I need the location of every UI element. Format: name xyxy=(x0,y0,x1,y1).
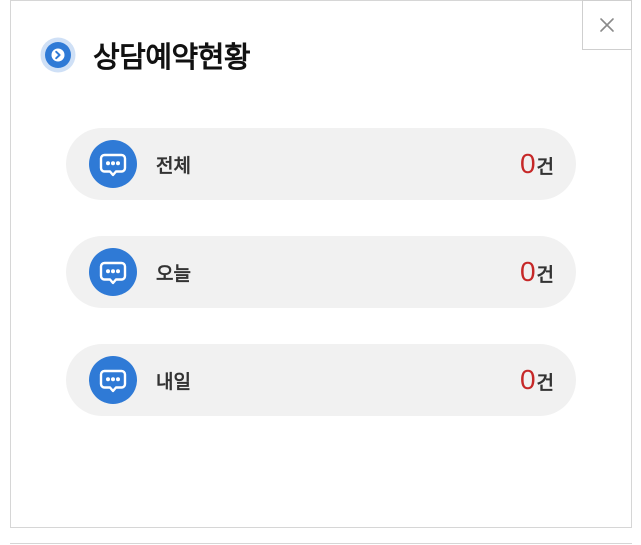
stat-row-today[interactable]: 오늘 0 건 xyxy=(66,236,576,308)
chat-bubble-icon xyxy=(89,248,137,296)
count-unit: 건 xyxy=(536,156,554,178)
close-icon xyxy=(600,18,614,32)
stat-count: 0 건 xyxy=(520,364,554,396)
chat-bubble-icon xyxy=(89,140,137,188)
bottom-divider xyxy=(10,543,632,544)
circle-chevron-right-icon xyxy=(39,36,77,74)
stat-count: 0 건 xyxy=(520,148,554,180)
dialog-header: 상담예약현황 xyxy=(39,34,251,76)
count-number: 0 xyxy=(519,364,536,395)
stat-row-tomorrow[interactable]: 내일 0 건 xyxy=(66,344,576,416)
page-title: 상담예약현황 xyxy=(93,40,251,74)
reservation-status-dialog: 상담예약현황 전체 0 건 오늘 0 건 내일 0 건 xyxy=(10,0,632,528)
stat-label: 내일 xyxy=(156,370,191,393)
count-unit: 건 xyxy=(536,264,554,286)
stat-row-all[interactable]: 전체 0 건 xyxy=(66,128,576,200)
stat-label: 전체 xyxy=(156,154,191,177)
count-number: 0 xyxy=(519,256,536,287)
count-unit: 건 xyxy=(536,372,554,394)
stat-label: 오늘 xyxy=(156,262,191,285)
reservation-stat-list: 전체 0 건 오늘 0 건 내일 0 건 xyxy=(66,128,576,452)
chat-bubble-icon xyxy=(89,356,137,404)
count-number: 0 xyxy=(519,148,536,179)
stat-count: 0 건 xyxy=(520,256,554,288)
close-button[interactable] xyxy=(582,0,632,50)
